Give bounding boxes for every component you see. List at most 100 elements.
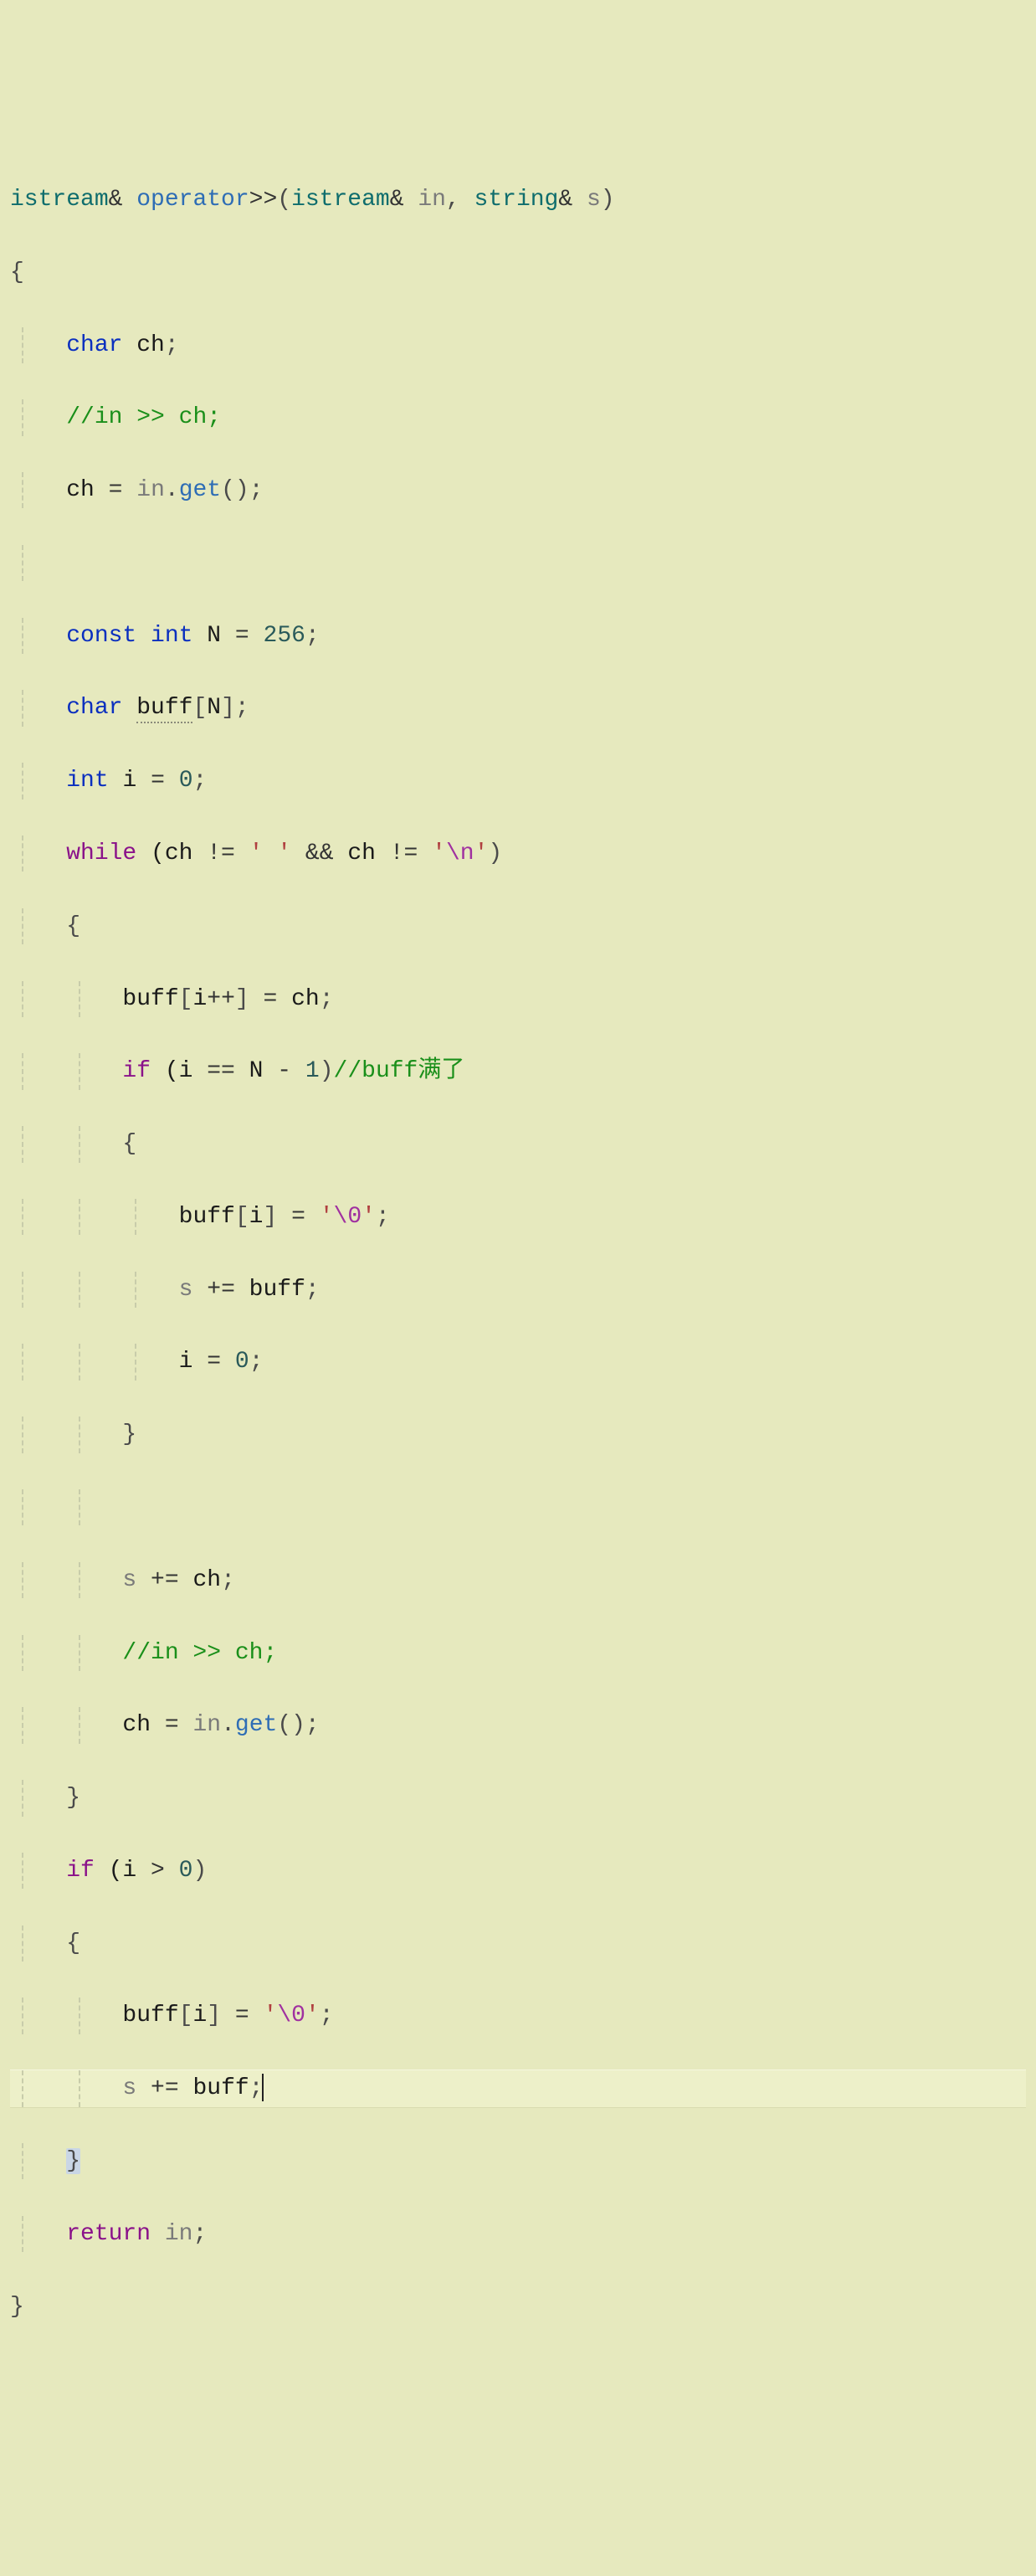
code-line-current: s += buff;: [10, 2070, 1026, 2106]
token-sp: [249, 2003, 264, 2028]
token-char-quote: ': [362, 1204, 376, 1230]
code-line: }: [10, 2289, 1026, 2325]
token-char-quote: ': [320, 1204, 334, 1230]
token-var: N: [207, 695, 221, 721]
code-line: char buff[N];: [10, 690, 1026, 726]
token-char-quote: ': [474, 841, 489, 866]
code-line: }: [10, 1417, 1026, 1453]
token-sp: [291, 1058, 305, 1084]
indent-guide: [22, 1635, 23, 1671]
indent-guide: [79, 1998, 80, 2034]
code-line: [10, 545, 1026, 581]
token-var: ch: [179, 1567, 221, 1593]
token-brace: {: [10, 260, 24, 285]
indent-guide: [22, 1417, 23, 1453]
token-sp: [192, 1277, 207, 1303]
token-sp: [221, 1349, 235, 1375]
token-keyword: int: [151, 623, 192, 649]
token-sp: [418, 841, 432, 866]
token-var: buff: [179, 2075, 249, 2101]
token-op: =: [235, 623, 249, 649]
token-type: istream: [10, 187, 109, 213]
token-punct: ): [192, 1858, 207, 1884]
token-sp: [179, 1712, 193, 1738]
code-line: return in;: [10, 2216, 1026, 2252]
token-sp: [151, 2221, 165, 2247]
token-amp: &: [390, 187, 418, 213]
token-punct: .: [165, 477, 179, 503]
code-line: buff[i++] = ch;: [10, 981, 1026, 1017]
token-number: 256: [264, 623, 305, 649]
token-brace: }: [10, 2294, 24, 2320]
token-sp: [165, 768, 179, 794]
token-punct: ;: [320, 986, 334, 1012]
code-line: const int N = 256;: [10, 618, 1026, 654]
indent-guide: [22, 545, 23, 581]
token-punct: ;: [305, 1712, 320, 1738]
indent-guide: [22, 1998, 23, 2034]
token-brace: {: [66, 1931, 80, 1956]
indent-guide: [22, 1926, 23, 1962]
token-sp: [235, 841, 249, 866]
code-line: if (i == N - 1)//buff满了: [10, 1053, 1026, 1089]
code-editor[interactable]: istream& operator>>(istream& in, string&…: [10, 146, 1026, 2362]
indent-guide: [22, 1853, 23, 1889]
token-keyword: const: [66, 623, 136, 649]
indent-guide: [22, 1199, 23, 1235]
token-punct: (): [277, 1712, 305, 1738]
indent-guide: [135, 1199, 136, 1235]
token-punct: (): [221, 477, 249, 503]
token-function: operator: [136, 187, 249, 213]
token-char-quote: ': [264, 2003, 278, 2028]
indent-guide: [22, 763, 23, 799]
token-sp: [221, 2003, 235, 2028]
code-line: while (ch != ' ' && ch != '\n'): [10, 836, 1026, 872]
token-escape: \0: [334, 1204, 362, 1230]
token-punct: [: [235, 1204, 249, 1230]
token-punct: ,: [446, 187, 474, 213]
token-op: +=: [151, 1567, 179, 1593]
token-var: ch: [122, 332, 164, 358]
indent-guide: [22, 1489, 23, 1525]
token-keyword-control: return: [66, 2221, 151, 2247]
code-line: {: [10, 255, 1026, 291]
indent-guide: [79, 1489, 80, 1525]
indent-guide: [22, 1272, 23, 1308]
code-line: //in >> ch;: [10, 399, 1026, 435]
token-punct: ]: [207, 2003, 221, 2028]
token-var: ch: [66, 477, 108, 503]
indent-guide: [22, 1780, 23, 1816]
token-op: =: [207, 1349, 221, 1375]
token-op: !=: [390, 841, 418, 866]
indent-guide: [22, 981, 23, 1017]
token-var: i: [249, 1204, 264, 1230]
token-punct: [: [179, 986, 193, 1012]
token-punct: ;: [235, 695, 249, 721]
code-line: {: [10, 908, 1026, 944]
indent-guide: [22, 2070, 23, 2106]
indent-guide: [22, 327, 23, 363]
code-line: i = 0;: [10, 1344, 1026, 1380]
token-punct: ;: [249, 477, 264, 503]
token-param: s: [122, 2075, 136, 2101]
indent-guide: [22, 1562, 23, 1598]
indent-guide: [79, 1344, 80, 1380]
token-char-literal: ' ': [249, 841, 291, 866]
token-keyword: char: [66, 332, 122, 358]
token-expr: (i: [95, 1858, 151, 1884]
token-punct: ;: [249, 1349, 264, 1375]
token-punct: ): [601, 187, 615, 213]
token-op: ==: [207, 1058, 235, 1084]
token-brace: {: [66, 913, 80, 939]
indent-guide: [79, 1272, 80, 1308]
token-punct: ]: [221, 695, 235, 721]
code-line: buff[i] = '\0';: [10, 1998, 1026, 2034]
token-op: !=: [207, 841, 235, 866]
indent-guide: [22, 1344, 23, 1380]
token-var-underline: buff: [136, 695, 192, 723]
token-sp: [165, 1858, 179, 1884]
token-function: get: [179, 477, 221, 503]
indent-guide: [22, 1053, 23, 1089]
token-punct: ;: [320, 2003, 334, 2028]
token-var: buff: [179, 1204, 235, 1230]
